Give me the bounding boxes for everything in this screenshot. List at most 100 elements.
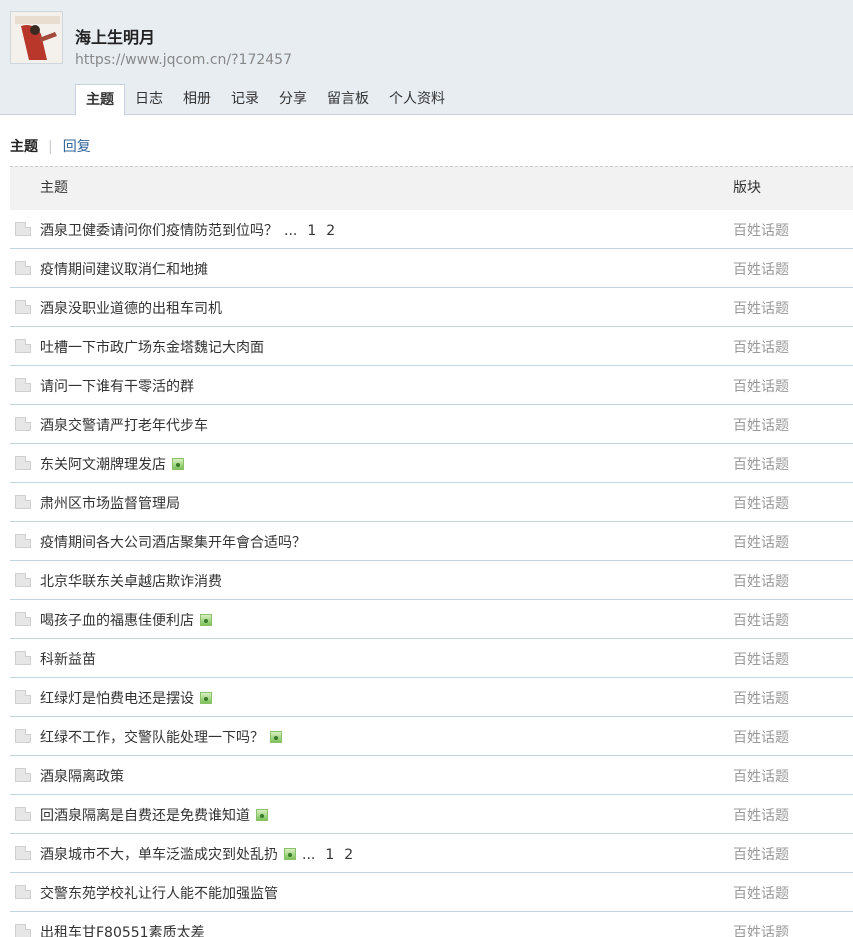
document-icon xyxy=(15,417,31,431)
topic-title-link[interactable]: 肃州区市场监督管理局 xyxy=(40,496,180,512)
document-icon xyxy=(15,924,31,937)
tab-topics[interactable]: 主题 xyxy=(75,84,125,116)
table-row: 酒泉交警请严打老年代步车 百姓话题 xyxy=(10,405,853,444)
table-row: 东关阿文潮牌理发店 百姓话题 xyxy=(10,444,853,483)
forum-link[interactable]: 百姓话题 xyxy=(733,259,789,279)
document-icon xyxy=(15,339,31,353)
topic-title-cell: 出租车甘F80551素质太差 xyxy=(40,922,205,937)
document-icon xyxy=(15,300,31,314)
forum-link[interactable]: 百姓话题 xyxy=(733,610,789,630)
profile-tabs: 主题 日志 相册 记录 分享 留言板 个人资料 xyxy=(75,84,455,116)
sub-navigation: 主题 | 回复 xyxy=(10,136,91,156)
forum-link[interactable]: 百姓话题 xyxy=(733,454,789,474)
table-row: 酒泉隔离政策 百姓话题 xyxy=(10,756,853,795)
topic-title-cell: 科新益苗 xyxy=(40,649,96,669)
forum-link[interactable]: 百姓话题 xyxy=(733,727,789,747)
document-icon xyxy=(15,885,31,899)
topic-title-cell: 酒泉交警请严打老年代步车 xyxy=(40,415,208,435)
topic-title-link[interactable]: 出租车甘F80551素质太差 xyxy=(40,925,205,937)
forum-link[interactable]: 百姓话题 xyxy=(733,883,789,903)
topic-title-cell: 红绿灯是怕费电还是摆设 xyxy=(40,688,212,708)
tab-records[interactable]: 记录 xyxy=(221,84,269,115)
forum-link[interactable]: 百姓话题 xyxy=(733,415,789,435)
document-icon xyxy=(15,222,31,236)
topic-title-link[interactable]: 回酒泉隔离是自费还是免费谁知道 xyxy=(40,808,250,824)
topic-title-link[interactable]: 东关阿文潮牌理发店 xyxy=(40,457,166,473)
image-attachment-icon xyxy=(200,692,212,704)
avatar-image xyxy=(11,12,62,63)
document-icon xyxy=(15,729,31,743)
topic-title-cell: 疫情期间各大公司酒店聚集开年會合适吗？ xyxy=(40,532,306,552)
tab-blog[interactable]: 日志 xyxy=(125,84,173,115)
page-link[interactable]: 2 xyxy=(326,223,335,239)
topic-title-link[interactable]: 红绿不工作，交警队能处理一下吗？ xyxy=(40,730,264,746)
topic-title-link[interactable]: 酒泉交警请严打老年代步车 xyxy=(40,418,208,434)
forum-link[interactable]: 百姓话题 xyxy=(733,376,789,396)
document-icon xyxy=(15,378,31,392)
table-row: 酒泉没职业道德的出租车司机 百姓话题 xyxy=(10,288,853,327)
topic-title-link[interactable]: 疫情期间建议取消仁和地摊 xyxy=(40,262,208,278)
table-row: 交警东苑学校礼让行人能不能加强监管 百姓话题 xyxy=(10,873,853,912)
forum-link[interactable]: 百姓话题 xyxy=(733,922,789,937)
topic-title-link[interactable]: 红绿灯是怕费电还是摆设 xyxy=(40,691,194,707)
page-link[interactable]: 2 xyxy=(344,847,353,863)
table-row: 吐槽一下市政广场东金塔魏记大肉面 百姓话题 xyxy=(10,327,853,366)
topic-title-link[interactable]: 酒泉没职业道德的出租车司机 xyxy=(40,301,222,317)
tab-guestbook[interactable]: 留言板 xyxy=(317,84,379,115)
table-row: 酒泉卫健委请问你们疫情防范到位吗？... 1 2 百姓话题 xyxy=(10,210,853,249)
topic-title-link[interactable]: 请问一下谁有干零活的群 xyxy=(40,379,194,395)
topic-title-cell: 酒泉城市不大，单车泛滥成灾到处乱扔... 1 2 xyxy=(40,844,353,864)
tab-profile[interactable]: 个人资料 xyxy=(379,84,455,115)
topic-title-link[interactable]: 喝孩子血的福惠佳便利店 xyxy=(40,613,194,629)
topic-title-link[interactable]: 北京华联东关卓越店欺诈消费 xyxy=(40,574,222,590)
table-row: 回酒泉隔离是自费还是免费谁知道 百姓话题 xyxy=(10,795,853,834)
forum-link[interactable]: 百姓话题 xyxy=(733,844,789,864)
topic-title-link[interactable]: 酒泉隔离政策 xyxy=(40,769,124,785)
table-row: 出租车甘F80551素质太差 百姓话题 xyxy=(10,912,853,937)
forum-link[interactable]: 百姓话题 xyxy=(733,337,789,357)
table-row: 喝孩子血的福惠佳便利店 百姓话题 xyxy=(10,600,853,639)
tab-album[interactable]: 相册 xyxy=(173,84,221,115)
table-body: 酒泉卫健委请问你们疫情防范到位吗？... 1 2 百姓话题 疫情期间建议取消仁和地摊 百姓… xyxy=(10,210,853,937)
table-row: 红绿不工作，交警队能处理一下吗？ 百姓话题 xyxy=(10,717,853,756)
forum-link[interactable]: 百姓话题 xyxy=(733,532,789,552)
topic-title-link[interactable]: 科新益苗 xyxy=(40,652,96,668)
topic-title-cell: 交警东苑学校礼让行人能不能加强监管 xyxy=(40,883,278,903)
topic-title-link[interactable]: 酒泉卫健委请问你们疫情防范到位吗？ xyxy=(40,223,278,239)
forum-link[interactable]: 百姓话题 xyxy=(733,649,789,669)
forum-link[interactable]: 百姓话题 xyxy=(733,766,789,786)
column-header-forum: 版块 xyxy=(733,180,761,196)
image-attachment-icon xyxy=(256,809,268,821)
topic-title-cell: 红绿不工作，交警队能处理一下吗？ xyxy=(40,727,282,747)
forum-link[interactable]: 百姓话题 xyxy=(733,493,789,513)
tab-share[interactable]: 分享 xyxy=(269,84,317,115)
forum-link[interactable]: 百姓话题 xyxy=(733,220,789,240)
subnav-topics[interactable]: 主题 xyxy=(10,139,38,155)
profile-url[interactable]: https://www.jqcom.cn/?172457 xyxy=(75,52,292,68)
document-icon xyxy=(15,534,31,548)
topic-title-link[interactable]: 交警东苑学校礼让行人能不能加强监管 xyxy=(40,886,278,902)
avatar[interactable] xyxy=(10,11,63,64)
forum-link[interactable]: 百姓话题 xyxy=(733,688,789,708)
image-attachment-icon xyxy=(200,614,212,626)
page-link[interactable]: 1 xyxy=(307,223,316,239)
topic-title-link[interactable]: 吐槽一下市政广场东金塔魏记大肉面 xyxy=(40,340,264,356)
topic-title-link[interactable]: 酒泉城市不大，单车泛滥成灾到处乱扔 xyxy=(40,847,278,863)
topic-title-cell: 东关阿文潮牌理发店 xyxy=(40,454,184,474)
topic-title-link[interactable]: 疫情期间各大公司酒店聚集开年會合适吗？ xyxy=(40,535,306,551)
profile-username[interactable]: 海上生明月 xyxy=(75,24,155,48)
image-attachment-icon xyxy=(270,731,282,743)
image-attachment-icon xyxy=(172,458,184,470)
table-row: 疫情期间建议取消仁和地摊 百姓话题 xyxy=(10,249,853,288)
forum-link[interactable]: 百姓话题 xyxy=(733,571,789,591)
forum-link[interactable]: 百姓话题 xyxy=(733,805,789,825)
subnav-replies[interactable]: 回复 xyxy=(63,139,91,155)
forum-link[interactable]: 百姓话题 xyxy=(733,298,789,318)
document-icon xyxy=(15,261,31,275)
page-link[interactable]: 1 xyxy=(325,847,334,863)
image-attachment-icon xyxy=(284,848,296,860)
topic-title-cell: 请问一下谁有干零活的群 xyxy=(40,376,194,396)
table-row: 红绿灯是怕费电还是摆设 百姓话题 xyxy=(10,678,853,717)
profile-header: 海上生明月 https://www.jqcom.cn/?172457 主题 日志… xyxy=(0,0,853,116)
topic-title-cell: 北京华联东关卓越店欺诈消费 xyxy=(40,571,222,591)
